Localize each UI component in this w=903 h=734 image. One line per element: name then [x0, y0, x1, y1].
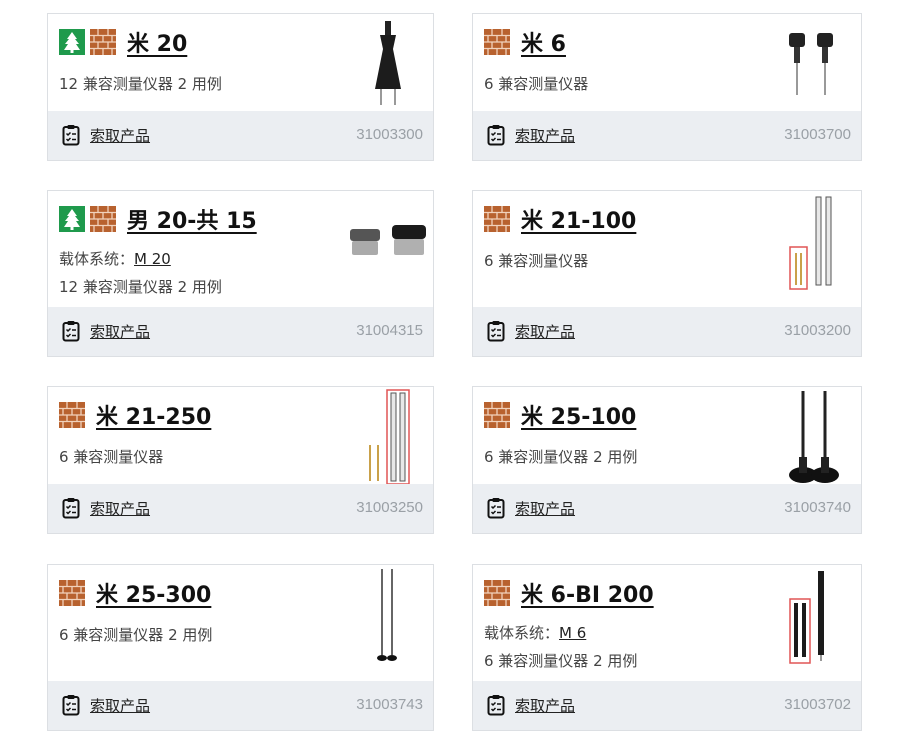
product-card: 米 20 12 兼容测量仪器 2 用例 索取产品 31003300 [47, 13, 434, 161]
product-image [375, 21, 401, 105]
product-sku: 31003740 [784, 499, 851, 516]
brick-icon [484, 29, 510, 55]
product-card: 米 25-100 6 兼容测量仪器 2 用例 索取产品 31003740 [472, 386, 862, 534]
clipboard-icon [487, 320, 505, 342]
request-product-label: 索取产品 [90, 126, 151, 145]
product-title-link[interactable]: 米 6 [521, 26, 566, 58]
clipboard-icon [62, 320, 80, 342]
product-sku: 31003702 [784, 696, 851, 713]
request-product-label: 索取产品 [90, 499, 151, 518]
product-title-link[interactable]: 米 6-BI 200 [521, 577, 654, 609]
brick-icon [90, 206, 116, 232]
request-product-label: 索取产品 [515, 696, 576, 715]
request-product-link[interactable]: 索取产品 [487, 497, 575, 519]
product-image [369, 389, 410, 485]
product-info: 12 兼容测量仪器 2 用例 [59, 75, 222, 93]
clipboard-icon [487, 694, 505, 716]
product-sku: 31003200 [784, 322, 851, 339]
product-image [377, 569, 397, 661]
product-title-link[interactable]: 男 20-共 15 [127, 203, 257, 235]
carrier-label: 载体系统： [484, 624, 560, 642]
product-info: 6 兼容测量仪器 2 用例 [484, 652, 638, 670]
request-product-link[interactable]: 索取产品 [62, 320, 150, 342]
product-title-link[interactable]: 米 25-100 [521, 399, 636, 431]
product-info: 6 兼容测量仪器 [484, 252, 589, 270]
product-title-link[interactable]: 米 21-100 [521, 203, 636, 235]
product-title-link[interactable]: 米 21-250 [96, 399, 211, 431]
request-product-label: 索取产品 [515, 126, 576, 145]
product-info: 6 兼容测量仪器 [59, 448, 164, 466]
product-info: 6 兼容测量仪器 2 用例 [59, 626, 213, 644]
tree-icon [59, 206, 85, 232]
product-title-link[interactable]: 米 25-300 [96, 577, 211, 609]
product-title-link[interactable]: 米 20 [127, 26, 187, 58]
request-product-label: 索取产品 [90, 322, 151, 341]
product-sku: 31004315 [356, 322, 423, 339]
product-card: 米 21-100 6 兼容测量仪器 索取产品 31003200 [472, 190, 862, 357]
brick-icon [484, 402, 510, 428]
brick-icon [90, 29, 116, 55]
card-footer: 索取产品 31003740 [473, 484, 861, 533]
card-footer: 索取产品 31003702 [473, 681, 861, 730]
brick-icon [59, 580, 85, 606]
product-image [789, 33, 833, 95]
product-image [789, 571, 824, 664]
product-sku: 31003700 [784, 126, 851, 143]
clipboard-icon [62, 124, 80, 146]
clipboard-icon [62, 497, 80, 519]
carrier-system: 载体系统：M 6 [484, 622, 586, 643]
product-card: 米 6 6 兼容测量仪器 索取产品 31003700 [472, 13, 862, 161]
product-card: 米 25-300 6 兼容测量仪器 2 用例 索取产品 31003743 [47, 564, 434, 731]
product-info: 6 兼容测量仪器 2 用例 [484, 448, 638, 466]
brick-icon [59, 402, 85, 428]
card-footer: 索取产品 31003250 [48, 484, 433, 533]
clipboard-icon [487, 124, 505, 146]
tree-icon [59, 29, 85, 55]
card-footer: 索取产品 31003700 [473, 111, 861, 160]
request-product-label: 索取产品 [90, 696, 151, 715]
card-footer: 索取产品 31004315 [48, 307, 433, 356]
product-sku: 31003250 [356, 499, 423, 516]
product-image [789, 391, 839, 483]
request-product-label: 索取产品 [515, 499, 576, 518]
clipboard-icon [487, 497, 505, 519]
product-sku: 31003300 [356, 126, 423, 143]
carrier-label: 载体系统： [59, 250, 135, 268]
product-info: 12 兼容测量仪器 2 用例 [59, 278, 222, 296]
request-product-label: 索取产品 [515, 322, 576, 341]
carrier-link[interactable]: M 20 [134, 250, 171, 268]
request-product-link[interactable]: 索取产品 [487, 124, 575, 146]
request-product-link[interactable]: 索取产品 [62, 694, 150, 716]
product-image [350, 225, 426, 255]
brick-icon [484, 206, 510, 232]
product-sku: 31003743 [356, 696, 423, 713]
product-card: 男 20-共 15 载体系统：M 20 12 兼容测量仪器 2 用例 索取产品 … [47, 190, 434, 357]
card-footer: 索取产品 31003743 [48, 681, 433, 730]
product-card: 米 6-BI 200 载体系统：M 6 6 兼容测量仪器 2 用例 索取产品 3… [472, 564, 862, 731]
carrier-system: 载体系统：M 20 [59, 248, 171, 269]
card-footer: 索取产品 31003200 [473, 307, 861, 356]
request-product-link[interactable]: 索取产品 [62, 124, 150, 146]
product-image [789, 196, 832, 290]
product-card: 米 21-250 6 兼容测量仪器 索取产品 31003250 [47, 386, 434, 534]
brick-icon [484, 580, 510, 606]
clipboard-icon [62, 694, 80, 716]
card-footer: 索取产品 31003300 [48, 111, 433, 160]
request-product-link[interactable]: 索取产品 [62, 497, 150, 519]
request-product-link[interactable]: 索取产品 [487, 694, 575, 716]
request-product-link[interactable]: 索取产品 [487, 320, 575, 342]
product-info: 6 兼容测量仪器 [484, 75, 589, 93]
carrier-link[interactable]: M 6 [559, 624, 586, 642]
